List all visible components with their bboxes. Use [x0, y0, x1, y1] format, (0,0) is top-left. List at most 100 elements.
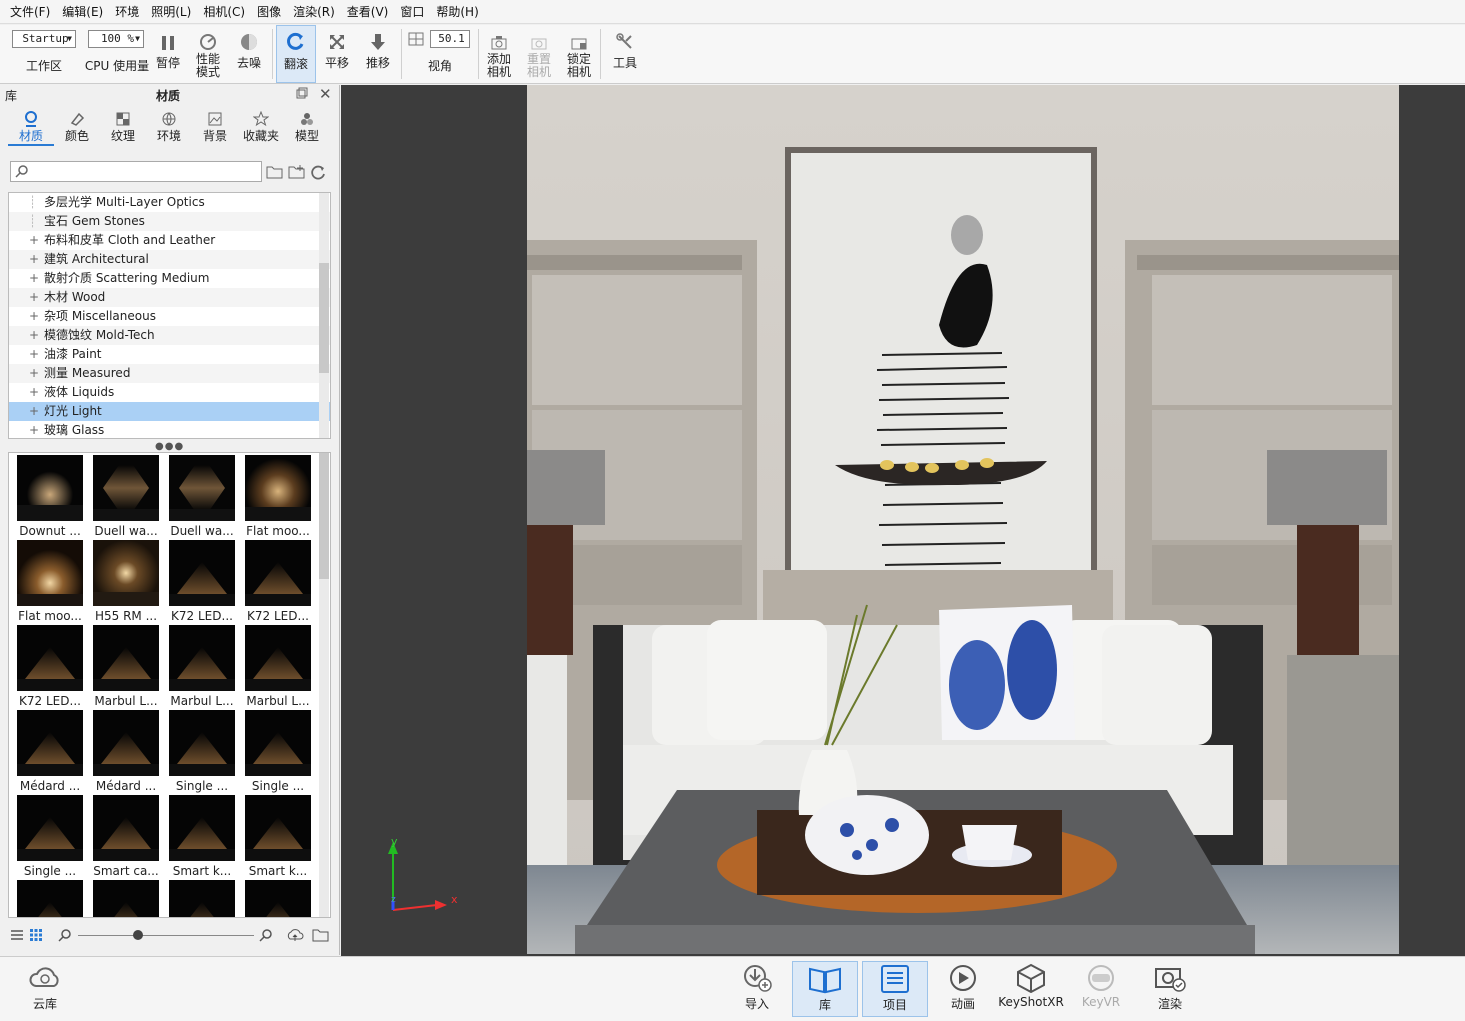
- expand-icon[interactable]: +: [29, 402, 39, 421]
- tree-item[interactable]: + 木材 Wood: [9, 288, 330, 307]
- cloud-library-button[interactable]: 云库: [12, 961, 78, 1017]
- menu-item[interactable]: 相机(C): [197, 3, 251, 20]
- render-image[interactable]: [527, 85, 1399, 954]
- tree-item[interactable]: ┊ 宝石 Gem Stones: [9, 212, 330, 231]
- slider-handle[interactable]: [133, 930, 143, 940]
- float-window-icon[interactable]: [296, 87, 308, 102]
- light-material-thumbnail[interactable]: Single ...: [164, 710, 240, 793]
- tab-favorites[interactable]: 收藏夹: [238, 109, 284, 146]
- light-material-thumbnail[interactable]: K72 LED...: [12, 625, 88, 708]
- workspace-select[interactable]: Startup ▼: [12, 30, 76, 48]
- reset-camera-button[interactable]: 重置 相机: [521, 25, 557, 83]
- search-input[interactable]: [10, 161, 262, 182]
- thumbnail-size-slider[interactable]: [78, 935, 254, 936]
- cloud-upload-icon[interactable]: [286, 927, 304, 946]
- tree-item[interactable]: ┊ 多层光学 Multi-Layer Optics: [9, 193, 330, 212]
- tree-scrollbar[interactable]: [319, 193, 329, 438]
- library-button[interactable]: 库: [792, 961, 858, 1017]
- fov-input[interactable]: 50.1: [430, 30, 470, 48]
- pan-button[interactable]: 平移: [318, 25, 356, 83]
- menu-item[interactable]: 窗口: [394, 3, 430, 20]
- tumble-button[interactable]: 翻滚: [276, 25, 316, 83]
- tab-backplates[interactable]: 背景: [192, 109, 238, 146]
- tree-item[interactable]: + 灯光 Light: [9, 402, 330, 421]
- menu-item[interactable]: 渲染(R): [287, 3, 341, 20]
- expand-icon[interactable]: +: [29, 326, 39, 345]
- keyvr-button[interactable]: KeyVR: [1068, 961, 1134, 1017]
- splitter-handle[interactable]: ●●●: [155, 441, 184, 452]
- tab-materials[interactable]: 材质: [8, 109, 54, 146]
- tools-button[interactable]: 工具: [606, 25, 644, 83]
- light-material-thumbnail[interactable]: Flat moo...: [12, 540, 88, 623]
- expand-icon[interactable]: +: [29, 364, 39, 383]
- tree-item[interactable]: + 玻璃 Glass: [9, 421, 330, 438]
- expand-icon[interactable]: +: [29, 269, 39, 288]
- project-button[interactable]: 项目: [862, 961, 928, 1017]
- light-material-thumbnail[interactable]: [240, 880, 316, 917]
- tree-item[interactable]: + 液体 Liquids: [9, 383, 330, 402]
- tree-item[interactable]: + 模德蚀纹 Mold-Tech: [9, 326, 330, 345]
- pause-button[interactable]: 暂停: [151, 25, 185, 83]
- zoom-in-icon[interactable]: [259, 928, 273, 945]
- light-material-thumbnail[interactable]: Duell wa...: [164, 455, 240, 538]
- menu-item[interactable]: 文件(F): [4, 3, 56, 20]
- expand-icon[interactable]: +: [29, 288, 39, 307]
- tab-textures[interactable]: 纹理: [100, 109, 146, 146]
- zoom-out-icon[interactable]: [58, 928, 72, 945]
- tab-environments[interactable]: 环境: [146, 109, 192, 146]
- menu-item[interactable]: 帮助(H): [430, 3, 484, 20]
- menu-item[interactable]: 编辑(E): [56, 3, 109, 20]
- tree-item[interactable]: + 建筑 Architectural: [9, 250, 330, 269]
- light-material-thumbnail[interactable]: Médard ...: [88, 710, 164, 793]
- close-icon[interactable]: ✕: [319, 85, 332, 103]
- add-camera-button[interactable]: 添加 相机: [481, 25, 517, 83]
- light-material-thumbnail[interactable]: [12, 880, 88, 917]
- menu-item[interactable]: 查看(V): [341, 3, 395, 20]
- grid-view-icon[interactable]: [29, 928, 43, 945]
- light-material-thumbnail[interactable]: [164, 880, 240, 917]
- light-material-thumbnail[interactable]: Single ...: [12, 795, 88, 878]
- tree-item[interactable]: + 布料和皮革 Cloth and Leather: [9, 231, 330, 250]
- light-material-thumbnail[interactable]: [88, 880, 164, 917]
- light-material-thumbnail[interactable]: Duell wa...: [88, 455, 164, 538]
- folder-add-icon[interactable]: [288, 164, 306, 183]
- light-material-thumbnail[interactable]: Smart ca...: [88, 795, 164, 878]
- folder-import-icon[interactable]: [312, 927, 330, 946]
- grid-scrollbar[interactable]: [319, 453, 329, 917]
- menu-item[interactable]: 照明(L): [145, 3, 197, 20]
- menu-item[interactable]: 环境: [109, 3, 145, 20]
- expand-icon[interactable]: +: [29, 250, 39, 269]
- render-viewport[interactable]: y x z: [341, 85, 1465, 956]
- light-material-thumbnail[interactable]: Médard ...: [12, 710, 88, 793]
- expand-icon[interactable]: +: [29, 345, 39, 364]
- folder-open-icon[interactable]: [266, 164, 284, 183]
- tab-models[interactable]: 模型: [284, 109, 330, 146]
- list-view-icon[interactable]: [10, 928, 24, 945]
- denoise-button[interactable]: 去噪: [230, 25, 268, 83]
- expand-icon[interactable]: +: [29, 231, 39, 250]
- tree-item[interactable]: + 油漆 Paint: [9, 345, 330, 364]
- expand-icon[interactable]: +: [29, 383, 39, 402]
- light-material-thumbnail[interactable]: Marbul L...: [240, 625, 316, 708]
- render-button[interactable]: 渲染: [1137, 961, 1203, 1017]
- dolly-button[interactable]: 推移: [358, 25, 398, 83]
- light-material-thumbnail[interactable]: K72 LED...: [164, 540, 240, 623]
- tree-item[interactable]: + 散射介质 Scattering Medium: [9, 269, 330, 288]
- tab-colors[interactable]: 颜色: [54, 109, 100, 146]
- animation-button[interactable]: 动画: [930, 961, 996, 1017]
- keyshotxr-button[interactable]: KeyShotXR: [998, 961, 1064, 1017]
- light-material-thumbnail[interactable]: Marbul L...: [88, 625, 164, 708]
- cpu-usage-select[interactable]: 100 % ▼: [88, 30, 144, 48]
- light-material-thumbnail[interactable]: Single ...: [240, 710, 316, 793]
- lock-camera-button[interactable]: 锁定 相机: [561, 25, 597, 83]
- performance-mode-button[interactable]: 性能 模式: [188, 25, 228, 83]
- light-material-thumbnail[interactable]: Downut ...: [12, 455, 88, 538]
- tree-item[interactable]: + 杂项 Miscellaneous: [9, 307, 330, 326]
- light-material-thumbnail[interactable]: K72 LED...: [240, 540, 316, 623]
- expand-icon[interactable]: +: [29, 421, 39, 438]
- light-material-thumbnail[interactable]: Marbul L...: [164, 625, 240, 708]
- light-material-thumbnail[interactable]: H55 RM ...: [88, 540, 164, 623]
- light-material-thumbnail[interactable]: Flat moo...: [240, 455, 316, 538]
- refresh-icon[interactable]: [310, 164, 326, 183]
- tree-item[interactable]: + 测量 Measured: [9, 364, 330, 383]
